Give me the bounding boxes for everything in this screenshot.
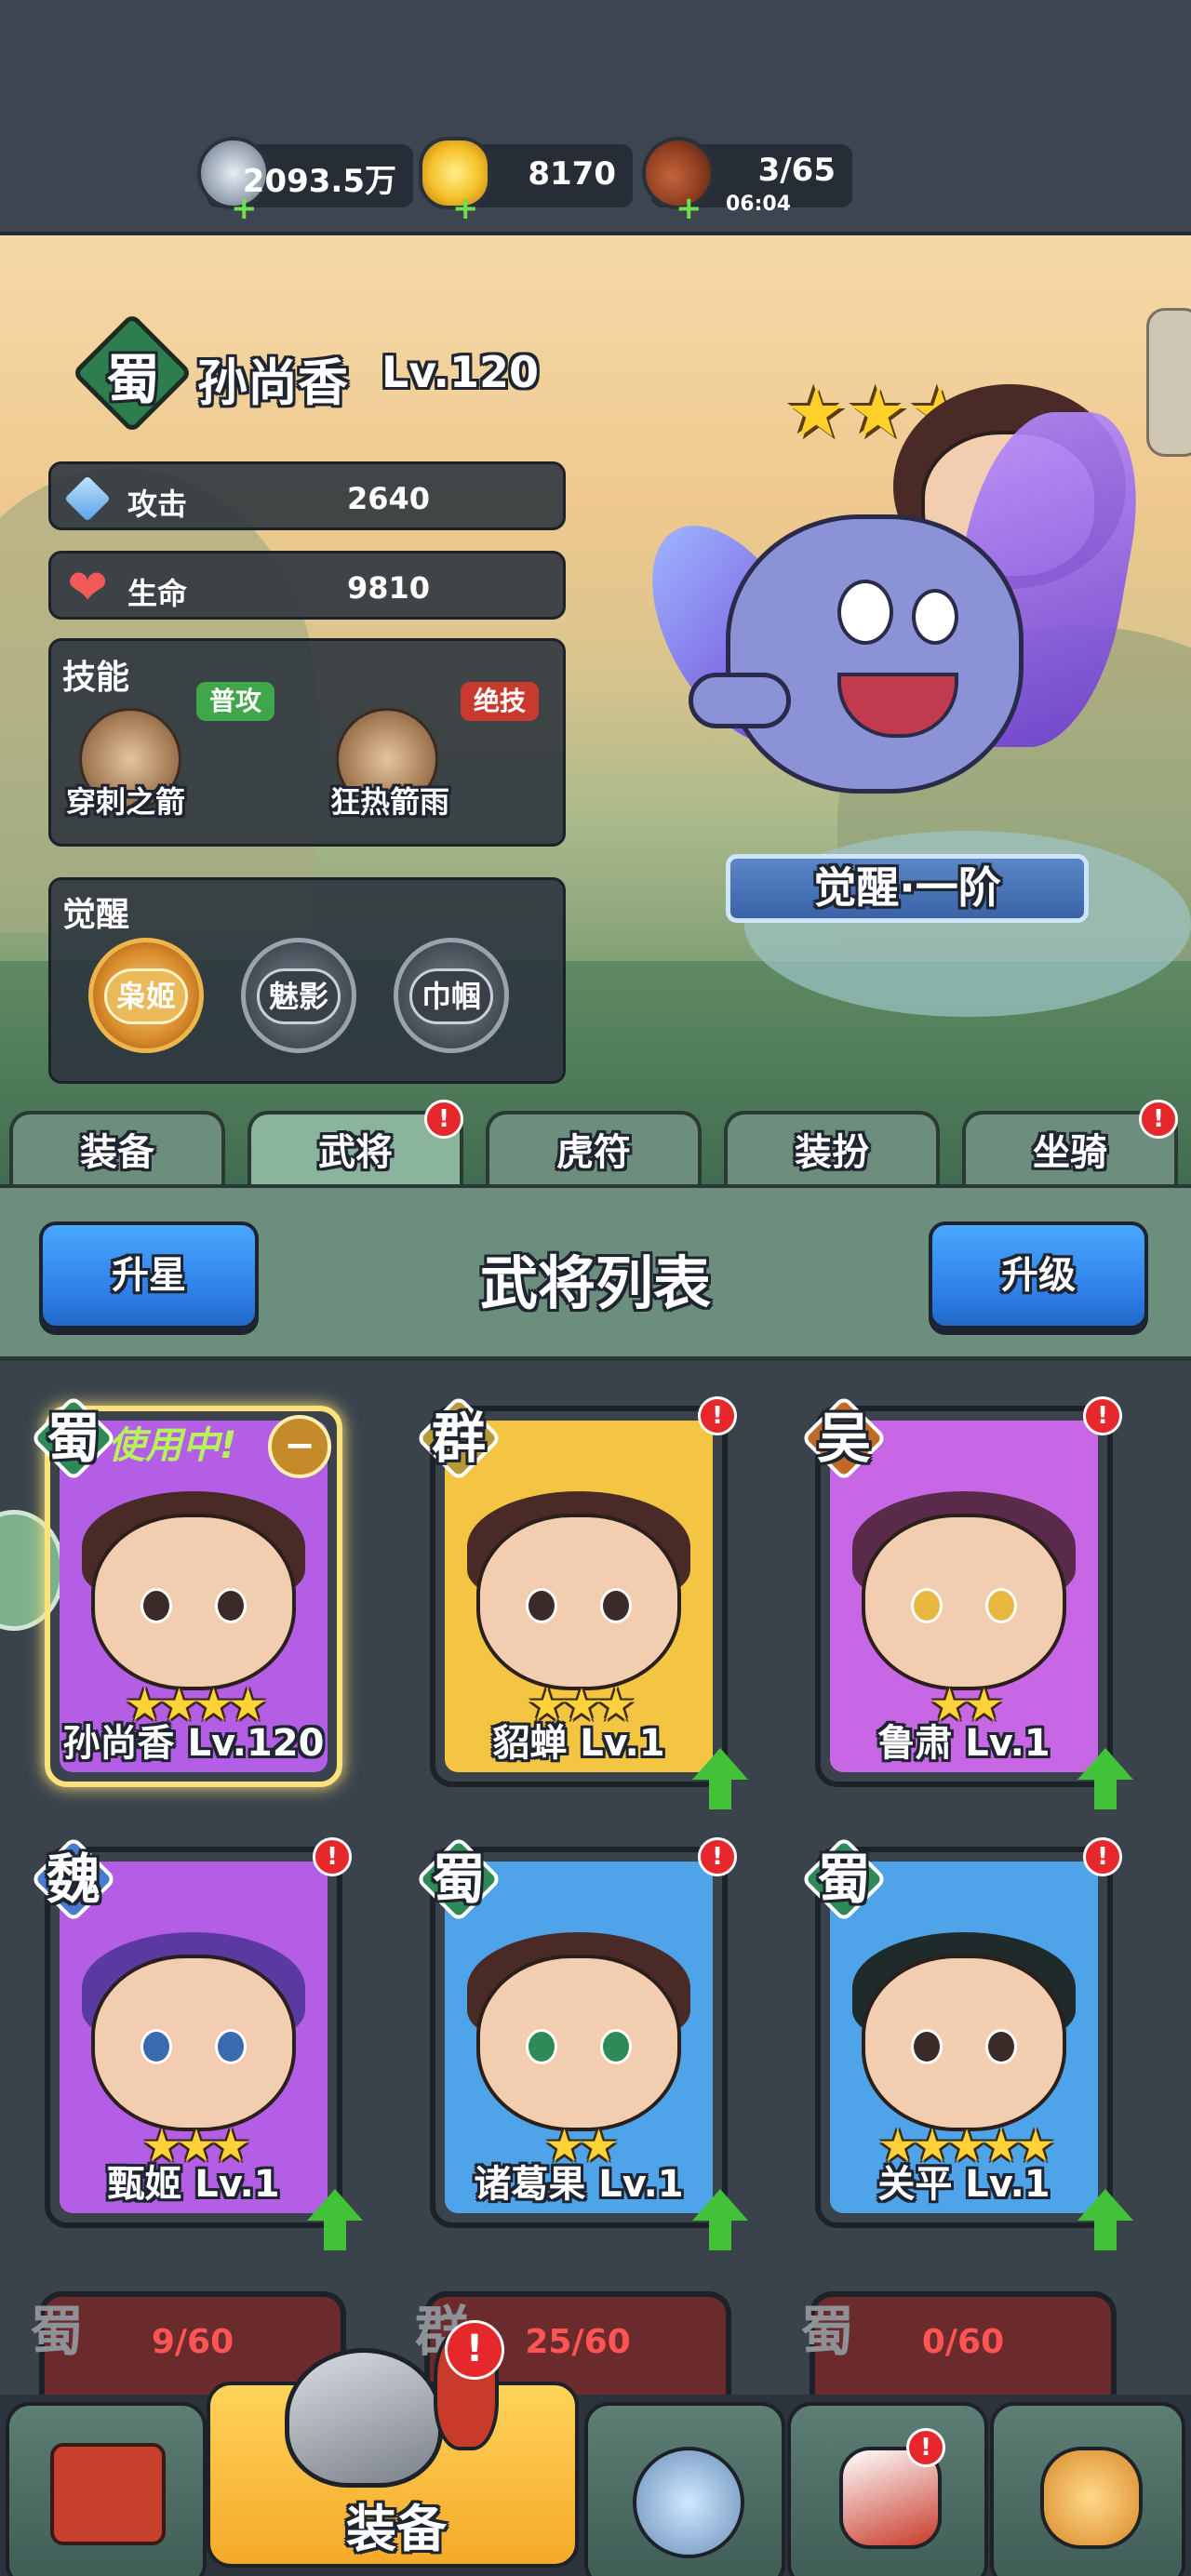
kingdom-badge: 蜀 — [802, 1837, 886, 1921]
nav-equipment[interactable]: ! 装备 — [207, 2320, 579, 2568]
stamina-timer: 06:04 — [725, 193, 791, 216]
ultimate-tag: 绝技 — [461, 682, 540, 721]
hero-card-name: 诸葛果 Lv.1 — [474, 2163, 684, 2206]
hero-card-name: 甄姬 Lv.1 — [107, 2163, 280, 2206]
hero-card-guanping[interactable]: ★★★★★ 关平 Lv.1 蜀 ! — [800, 1835, 1133, 2250]
add-gold-icon[interactable]: + — [452, 193, 479, 224]
mount-trunk — [689, 673, 791, 728]
skill-1-name: 穿刺之箭 — [66, 784, 186, 820]
mount-elephant — [726, 514, 1024, 794]
awaken-panel: 觉醒 枭姬 魅影 巾帼 — [48, 877, 566, 1084]
list-header: 升星 武将列表 升级 — [0, 1184, 1191, 1361]
tab-tiger-tally[interactable]: 虎符 — [486, 1111, 702, 1187]
notification-badge: ! — [698, 1396, 737, 1435]
hero-card-diaochan[interactable]: ★★★ 貂蝉 Lv.1 群 ! — [415, 1395, 748, 1809]
hero-card-name: 孙尚香 Lv.120 — [62, 1722, 325, 1765]
nav-equipment-badge: ! — [445, 2320, 504, 2380]
hero-card-name: 貂蝉 Lv.1 — [492, 1722, 665, 1765]
tab-equipment[interactable]: 装备 — [9, 1111, 225, 1187]
notification-badge: ! — [1083, 1837, 1122, 1876]
gold-resource[interactable]: 8170 + — [419, 137, 633, 224]
hero-card-sun-shangxiang[interactable]: ★★★★ 孙尚香 Lv.120 蜀 使用中! − — [30, 1395, 342, 1787]
in-use-label: 使用中! — [108, 1424, 237, 1467]
tab-mount-badge: ! — [1139, 1100, 1178, 1139]
awaken-stage-banner: 觉醒·一阶 — [726, 854, 1089, 923]
hp-value: 9810 — [347, 570, 431, 606]
kingdom-badge: 蜀 — [32, 1396, 115, 1480]
hero-level: Lv.120 — [381, 347, 540, 397]
attack-value: 2640 — [347, 481, 431, 516]
mount-eye — [912, 589, 958, 645]
notification-badge: ! — [313, 1837, 352, 1876]
upgrade-arrow-icon — [1077, 2189, 1133, 2250]
hero-card-lusu[interactable]: ★★ 鲁肃 Lv.1 吴 ! — [800, 1395, 1133, 1809]
skill-2-name: 狂热箭雨 — [330, 784, 450, 820]
upgrade-arrow-icon — [692, 1748, 748, 1809]
nav-quests-badge: ! — [906, 2428, 945, 2467]
nav-home[interactable] — [6, 2402, 207, 2576]
unequip-button[interactable]: − — [268, 1415, 331, 1478]
awaken-medal-2[interactable]: 魅影 — [241, 938, 356, 1053]
top-resource-bar: 2093.5万 + 8170 + 3/65 06:04 + — [0, 0, 1191, 235]
shard-progress: 9/60 — [151, 2323, 234, 2361]
hero-card-zhugeguo[interactable]: ★★ 诸葛果 Lv.1 蜀 ! — [415, 1835, 748, 2250]
heart-icon: ❤ — [67, 560, 108, 616]
silver-amount: 2093.5万 — [242, 163, 396, 200]
kingdom-badge: 吴 — [802, 1396, 886, 1480]
upgrade-arrow-icon — [692, 2189, 748, 2250]
tab-costume[interactable]: 装扮 — [724, 1111, 940, 1187]
upgrade-arrow-icon — [307, 2189, 363, 2250]
mount-eye — [837, 580, 893, 645]
normal-attack-tag: 普攻 — [196, 682, 275, 721]
awaken-medal-1[interactable]: 枭姬 — [88, 938, 204, 1053]
add-silver-icon[interactable]: + — [231, 193, 258, 224]
skills-panel: 技能 普攻 绝技 穿刺之箭 狂热箭雨 — [48, 638, 566, 847]
awaken-medal-3[interactable]: 巾帼 — [394, 938, 509, 1053]
fist-upgrade-icon — [1040, 2447, 1143, 2549]
hp-stat: ❤ 生命 9810 — [48, 551, 566, 620]
stamina-amount: 3/65 — [757, 152, 836, 189]
hero-card-name: 关平 Lv.1 — [877, 2163, 1050, 2206]
nav-battle[interactable] — [584, 2402, 785, 2576]
nav-quests[interactable]: ! — [787, 2402, 988, 2576]
hp-label: 生命 — [127, 576, 188, 611]
stamina-resource[interactable]: 3/65 06:04 + — [642, 137, 852, 224]
kingdom-badge: 魏 — [32, 1837, 115, 1921]
shard-progress: 0/60 — [921, 2323, 1005, 2361]
bottom-nav: ! 装备 ! — [0, 2320, 1191, 2576]
helmet-icon — [285, 2348, 443, 2488]
hero-card-zhenji[interactable]: ★★★ 甄姬 Lv.1 魏 ! — [30, 1835, 363, 2250]
attack-stat: 攻击 2640 — [48, 461, 566, 530]
add-stamina-icon[interactable]: + — [676, 193, 703, 224]
kingdom-badge: 蜀 — [417, 1837, 501, 1921]
hero-card-name: 鲁肃 Lv.1 — [877, 1722, 1050, 1765]
hero-detail-scene: 蜀 孙尚香 Lv.120 攻击 2640 ❤ 生命 9810 技能 普攻 绝技 … — [0, 235, 1191, 1184]
notification-badge: ! — [1083, 1396, 1122, 1435]
sword-icon — [64, 475, 111, 522]
awaken-title: 觉醒 — [62, 896, 130, 934]
nav-upgrade[interactable] — [990, 2402, 1185, 2576]
tab-generals-badge: ! — [424, 1100, 463, 1139]
nav-equipment-label: 装备 — [346, 2500, 447, 2558]
attack-label: 攻击 — [127, 487, 188, 522]
gold-amount: 8170 — [528, 155, 616, 193]
hero-kingdom: 蜀 — [105, 348, 160, 411]
hero-list: ★★★★ 孙尚香 Lv.120 蜀 使用中! − ★★★ 貂蝉 Lv.1 群 !… — [0, 1361, 1191, 2412]
notification-badge: ! — [698, 1837, 737, 1876]
level-up-button[interactable]: 升级 — [929, 1221, 1148, 1329]
silver-resource[interactable]: 2093.5万 + — [197, 137, 413, 224]
city-gate-icon — [50, 2443, 166, 2545]
skills-title: 技能 — [62, 659, 130, 697]
upgrade-arrow-icon — [1077, 1748, 1133, 1809]
decor-statue — [1146, 308, 1191, 457]
kingdom-badge: 群 — [417, 1396, 501, 1480]
crossed-swords-icon — [633, 2447, 744, 2558]
hero-name: 孙尚香 — [197, 354, 348, 412]
